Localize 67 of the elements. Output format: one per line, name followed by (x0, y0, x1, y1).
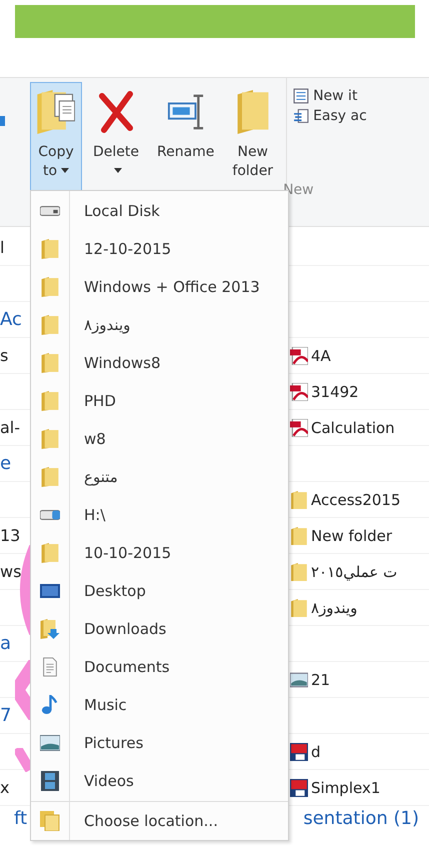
menu-item[interactable]: Local Disk (31, 192, 288, 230)
document-icon (293, 108, 310, 124)
partial-text: Ac (0, 309, 22, 330)
partial-text: l (0, 238, 4, 257)
menu-item[interactable]: PHD (31, 382, 288, 420)
folder-icon (40, 239, 60, 259)
folder-icon (40, 315, 60, 335)
partial-text: a (0, 633, 12, 654)
folder-icon (40, 467, 60, 487)
downloads-icon (40, 619, 60, 639)
menu-item[interactable]: Music (31, 686, 288, 724)
menu-item[interactable]: w8 (31, 420, 288, 458)
image-file-icon (290, 670, 308, 688)
file-name[interactable]: ويندوز٨ (311, 598, 358, 616)
choose-location-item[interactable]: Choose location... (31, 801, 288, 839)
partial-text: al- (0, 418, 20, 437)
file-name[interactable]: 31492 (311, 382, 359, 400)
file-name[interactable]: ت عملي٢٠١٥ (311, 562, 398, 580)
folder-icon (40, 391, 60, 411)
folders-icon (40, 810, 60, 830)
partial-text: x (0, 778, 10, 797)
menu-item[interactable]: Downloads (31, 610, 288, 648)
folder-icon (290, 598, 308, 616)
file-name[interactable]: Calculation (311, 418, 395, 436)
partial-text: ft (14, 808, 28, 829)
menu-item[interactable]: Documents (31, 648, 288, 686)
file-name[interactable]: New folder (311, 526, 392, 544)
file-name[interactable]: Access2015 (311, 490, 401, 508)
partial-text: e (0, 453, 12, 474)
partial-text: s (0, 346, 8, 365)
partial-text: 13 (0, 526, 20, 545)
folder-icon (290, 562, 308, 580)
partial-text: ws (0, 562, 22, 581)
folder-icon (40, 543, 60, 563)
menu-item[interactable]: Windows + Office 2013 (31, 268, 288, 306)
folder-icon (290, 526, 308, 544)
menu-item[interactable]: 10-10-2015 (31, 534, 288, 572)
ribbon-small-button[interactable]: New it (293, 86, 367, 106)
menu-item[interactable]: Desktop (31, 572, 288, 610)
annotation-mark (15, 660, 30, 720)
menu-item[interactable]: Videos (31, 762, 288, 800)
annotation-mark (15, 748, 30, 772)
partial-text: sentation (1) (303, 808, 419, 829)
desktop-icon (40, 581, 60, 601)
folder-icon (40, 429, 60, 449)
film-icon (40, 771, 60, 791)
file-name[interactable]: 21 (311, 670, 330, 688)
file-name[interactable]: Simplex1 (311, 778, 380, 796)
folder-icon (40, 277, 60, 297)
file-name[interactable]: 4A (311, 346, 331, 364)
copy-folder-icon (37, 90, 75, 134)
new-item-icon (293, 88, 310, 104)
menu-item[interactable]: Windows8 (31, 344, 288, 382)
folder-icon (290, 490, 308, 508)
menu-item[interactable]: متنوع (31, 458, 288, 496)
folder-icon (40, 353, 60, 373)
delete-icon (97, 90, 135, 134)
partial-text: 7 (0, 705, 12, 726)
file-name[interactable]: d (311, 742, 321, 760)
ribbon-small-button[interactable]: Easy ac (293, 106, 367, 126)
menu-item[interactable]: H:\ (31, 496, 288, 534)
music-note-icon (40, 695, 60, 715)
menu-item[interactable]: Pictures (31, 724, 288, 762)
menu-item[interactable]: ويندوز٨ (31, 306, 288, 344)
picture-icon (40, 733, 60, 753)
document-icon (40, 657, 60, 677)
menu-item[interactable]: 12-10-2015 (31, 230, 288, 268)
